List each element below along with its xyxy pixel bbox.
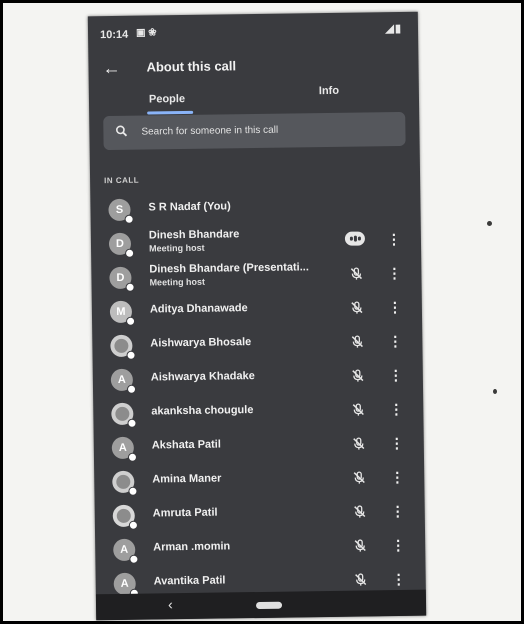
participant-role: Meeting host	[148, 242, 205, 254]
presence-dot-icon	[125, 248, 135, 258]
avatar: A	[111, 436, 138, 462]
participant-row[interactable]: D Dinesh Bhandare (Presentati... Meeting h…	[91, 256, 421, 295]
participant-row[interactable]: A Aishwarya Khadake ⋮	[93, 358, 423, 397]
paper-spot	[487, 221, 492, 226]
presence-dot-icon	[124, 214, 134, 224]
participant-name: Amina Maner	[152, 472, 222, 486]
avatar: D	[108, 232, 135, 258]
avatar: A	[113, 572, 139, 598]
participant-name: Dinesh Bhandare (Presentati...	[149, 261, 309, 276]
notification-icons: ▣ ❀	[135, 27, 157, 39]
more-options-icon[interactable]: ⋮	[390, 468, 404, 486]
mic-off-icon	[352, 470, 366, 484]
nav-home-pill[interactable]	[255, 601, 283, 610]
participant-row[interactable]: D Dinesh Bhandare Meeting host ⋮	[91, 222, 421, 261]
tab-selected-indicator	[147, 110, 194, 115]
presence-dot-icon	[126, 384, 137, 394]
participant-row[interactable]: A Akshata Patil ⋮	[94, 426, 424, 465]
avatar	[111, 402, 137, 428]
participant-row[interactable]: M Aditya Dhanawade ⋮	[92, 290, 422, 329]
participant-name: Dinesh Bhandare	[148, 228, 240, 242]
mic-off-icon	[351, 369, 365, 383]
mic-off-icon	[349, 267, 363, 281]
participant-list: SS R Nadaf (You) D Dinesh Bhandare Meeting …	[90, 188, 426, 601]
participant-row[interactable]: A Arman .momin ⋮	[95, 528, 425, 567]
more-options-icon[interactable]: ⋮	[388, 332, 402, 350]
page-title: About this call	[146, 58, 237, 75]
avatar: S	[108, 198, 134, 224]
more-options-icon[interactable]: ⋮	[389, 366, 403, 384]
participant-name: Amruta Patil	[152, 506, 218, 520]
presence-dot-icon	[126, 350, 136, 360]
avatar-initial: A	[118, 441, 127, 454]
avatar	[110, 334, 136, 360]
participant-name: Aishwarya Khadake	[150, 370, 255, 384]
more-options-icon[interactable]: ⋮	[387, 230, 401, 248]
presence-dot-icon	[129, 554, 139, 564]
status-time: 10:14	[99, 28, 129, 42]
audio-level-icon	[344, 231, 366, 246]
more-options-icon[interactable]: ⋮	[392, 570, 406, 588]
presence-dot-icon	[125, 282, 135, 292]
more-options-icon[interactable]: ⋮	[387, 264, 401, 282]
participant-name: Akshata Patil	[151, 438, 221, 452]
mic-off-icon	[353, 504, 367, 518]
presence-dot-icon	[127, 452, 138, 462]
mic-off-icon	[350, 335, 364, 349]
mic-off-icon	[352, 436, 366, 450]
avatar	[112, 470, 138, 496]
nav-back-icon[interactable]: ‹	[168, 596, 173, 612]
tab-info[interactable]: Info	[319, 85, 339, 97]
mic-off-icon	[354, 572, 368, 586]
avatar-initial: D	[115, 237, 125, 250]
participant-row[interactable]: Amina Maner ⋮	[94, 460, 424, 499]
phone-screen: 10:14 ▣ ❀ ◢▮ ← About this call People In…	[87, 11, 427, 621]
avatar: A	[110, 368, 137, 394]
system-nav-bar: ‹	[95, 589, 427, 621]
avatar: D	[109, 266, 135, 292]
more-options-icon[interactable]: ⋮	[391, 502, 405, 520]
avatar-initial: D	[116, 271, 125, 284]
presence-dot-icon	[128, 520, 138, 530]
avatar	[112, 504, 138, 530]
participant-name: Aditya Dhanawade	[149, 302, 248, 316]
arrow-left-icon[interactable]: ←	[102, 58, 120, 79]
participant-row[interactable]: S S R Nadaf (You)	[90, 188, 420, 227]
status-bar: 10:14 ▣ ❀ ◢▮	[88, 12, 418, 47]
participant-row[interactable]: akanksha chougule ⋮	[93, 392, 423, 431]
search-placeholder: Search for someone in this call	[141, 124, 279, 138]
avatar: A	[113, 538, 139, 564]
participant-name: Avantika Patil	[153, 574, 226, 588]
participant-name: Arman .momin	[153, 540, 231, 554]
participant-role: Meeting host	[149, 276, 206, 288]
avatar-initial: A	[120, 577, 129, 590]
participant-row[interactable]: Aishwarya Bhosale ⋮	[92, 324, 422, 363]
tab-people[interactable]: People	[149, 93, 185, 106]
participant-row[interactable]: Amruta Patil ⋮	[95, 494, 425, 533]
avatar-initial: A	[117, 373, 126, 386]
mic-off-icon	[353, 538, 367, 552]
more-options-icon[interactable]: ⋮	[390, 434, 404, 452]
presence-dot-icon	[127, 418, 137, 428]
more-options-icon[interactable]: ⋮	[388, 298, 402, 316]
participant-name: S R Nadaf (You)	[148, 200, 231, 214]
section-label-in-call: IN CALL	[104, 175, 140, 186]
participant-name: akanksha chougule	[151, 404, 254, 418]
search-icon	[115, 125, 128, 140]
participant-name: Aishwarya Bhosale	[150, 336, 252, 350]
mic-off-icon	[350, 301, 364, 315]
mic-off-icon	[351, 402, 365, 416]
more-options-icon[interactable]: ⋮	[391, 536, 405, 554]
presence-dot-icon	[125, 316, 136, 326]
avatar-initial: M	[116, 305, 126, 318]
paper-spot	[493, 389, 497, 394]
signal-battery-icon: ◢▮	[385, 22, 403, 36]
presence-dot-icon	[128, 486, 138, 496]
avatar: M	[109, 300, 136, 326]
more-options-icon[interactable]: ⋮	[389, 400, 403, 418]
avatar-initial: A	[120, 543, 129, 556]
avatar-initial: S	[115, 203, 124, 216]
search-input[interactable]: Search for someone in this call	[103, 111, 406, 151]
